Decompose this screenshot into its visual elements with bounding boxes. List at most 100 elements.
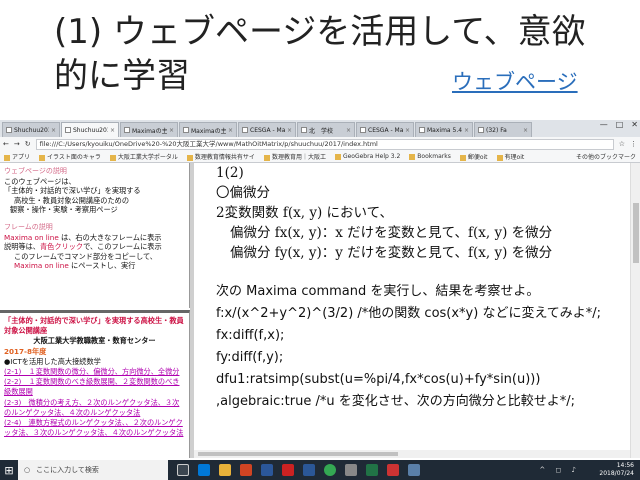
bookmark-item[interactable]: 数理教育情報共有サイ	[186, 152, 255, 161]
url-input[interactable]: file:///C:/Users/kyouiku/OneDrive%20-%20…	[35, 138, 614, 150]
app-icon[interactable]	[303, 464, 315, 476]
scroll-thumb[interactable]	[198, 452, 398, 456]
topic-link[interactable]: (2-2) １変数関数のべき級数展開、２変数関数のべき級数展開	[4, 377, 185, 397]
problem-number: 1(2)	[216, 165, 244, 181]
left-bottom-frame: 「主体的・対話的で深い学び」を実現する高校生・教員対象公開講座 大阪工業大学教職…	[0, 310, 190, 458]
desc-line: 観察・操作・実験・考察用ページ	[10, 205, 118, 215]
folder-icon	[39, 154, 46, 161]
browser-tab[interactable]: CESGA - Ma ×	[356, 122, 414, 137]
app-icon[interactable]	[282, 464, 294, 476]
topic-link[interactable]: (2-4) 連数方程式のルンゲクッタ法、、２次のルンゲクッタ法、３次のルンゲクッ…	[4, 418, 185, 438]
bookmark-item[interactable]: 有理oit	[496, 152, 524, 161]
vertical-scrollbar[interactable]	[630, 163, 640, 458]
browser-tab[interactable]: Maximaの主 ×	[179, 122, 237, 137]
close-window-icon[interactable]: ✕	[631, 120, 638, 129]
scroll-thumb[interactable]	[633, 203, 639, 263]
browser-tab[interactable]: (32) Fa ×	[474, 122, 532, 137]
browser-tab[interactable]: 北 学校 ×	[297, 122, 355, 137]
page-icon	[65, 127, 71, 133]
explorer-icon[interactable]	[219, 464, 231, 476]
app-icon[interactable]	[387, 464, 399, 476]
powerpoint-icon[interactable]	[240, 464, 252, 476]
bookmarks-bar: アプリ イラスト面のキャラ 大阪工業大学ポータル 数理教育情報共有サイ 数理教育…	[0, 151, 640, 163]
maximize-icon[interactable]: □	[616, 120, 624, 129]
system-tray-icons[interactable]: ^ ◻ ♪	[539, 466, 580, 474]
browser-tab[interactable]: Shuchuu2017×	[2, 122, 60, 137]
bookmark-item[interactable]: 数理教育用｜大阪工	[263, 152, 326, 161]
folder-icon	[263, 154, 270, 161]
browser-tab[interactable]: Maximaの主 ×	[120, 122, 178, 137]
tab-label: (32) Fa	[486, 126, 507, 134]
maxima-label: Maxima on line	[4, 232, 59, 242]
chrome-icon[interactable]	[324, 464, 336, 476]
star-icon[interactable]: ☆	[619, 140, 625, 148]
maxima-command[interactable]: f:x/(x^2+y^2)^(3/2) /*他の関数 cos(x*y) などに変…	[216, 303, 616, 325]
tab-label: Maxima 5.4	[427, 126, 462, 134]
left-top-frame: ウェブページの説明 このウェブページは、 「主体的・対話的で深い学び」を実現する…	[0, 163, 190, 308]
maxima-command[interactable]: fx:diff(f,x);	[216, 325, 630, 347]
frame-desc-line: 説明等は、青色クリックで、このフレームに表示	[4, 242, 162, 252]
close-icon[interactable]: ×	[287, 127, 292, 134]
browser-tab[interactable]: CESGA - Ma ×	[238, 122, 296, 137]
section-title: ウェブページの説明	[4, 167, 67, 175]
search-placeholder: ここに入力して検索	[36, 466, 99, 474]
frame-desc-line: Maxima on line にペーストし、実行	[14, 261, 136, 271]
minimize-icon[interactable]: —	[600, 120, 608, 129]
bookmark-item[interactable]: Bookmarks	[409, 153, 451, 160]
topic-link[interactable]: (2-1) １変数関数の微分、偏微分、方向微分、全微分	[4, 367, 185, 377]
year-heading: 2017-8年度	[4, 346, 47, 356]
close-icon[interactable]: ×	[346, 127, 351, 134]
section-heading: 〇偏微分	[216, 185, 270, 201]
other-bookmarks[interactable]: その他のブックマーク	[576, 152, 636, 161]
folder-icon	[459, 154, 466, 161]
star-icon	[409, 153, 416, 160]
taskbar: ⊞ ○ ここに入力して検索 ^ ◻ ♪ 14:56 2018/07/24	[0, 460, 640, 480]
tab-label: Shuchuu2017	[73, 126, 108, 134]
folder-icon	[334, 153, 341, 160]
browser-tab-bar: Shuchuu2017× Shuchuu2017× Maximaの主× Maxi…	[0, 120, 640, 137]
edge-icon[interactable]	[198, 464, 210, 476]
date: 2018/07/24	[599, 470, 634, 477]
bookmark-item[interactable]: アプリ	[4, 152, 30, 161]
maxima-command[interactable]: dfu1:ratsimp(subst(u=%pi/4,fx*cos(u)+fy*…	[216, 369, 630, 391]
back-icon[interactable]: ←	[3, 140, 9, 148]
app-icon[interactable]	[345, 464, 357, 476]
frame-desc-line: このフレームでコマンド部分をコピーして、	[14, 251, 157, 261]
excel-icon[interactable]	[366, 464, 378, 476]
course-heading: 「主体的・対話的で深い学び」を実現する高校生・教員対象公開講座	[4, 316, 184, 336]
maxima-command[interactable]: ,algebraic:true /*u を変化させ、次の方向微分と比較せよ*/;	[216, 391, 630, 413]
forward-icon[interactable]: →	[14, 140, 20, 148]
taskbar-search[interactable]: ○ ここに入力して検索	[18, 460, 168, 480]
horizontal-scrollbar[interactable]	[194, 450, 630, 458]
bookmark-item[interactable]: 大阪工業大学ポータル	[109, 152, 178, 161]
browser-tab[interactable]: Maxima 5.4 ×	[415, 122, 473, 137]
close-icon[interactable]: ×	[228, 127, 233, 134]
tab-label: Shuchuu2017	[14, 126, 49, 134]
bookmark-item[interactable]: 郵便oit	[459, 152, 488, 161]
word-icon[interactable]	[261, 464, 273, 476]
bookmark-item[interactable]: イラスト面のキャラ	[39, 152, 101, 161]
webpage-link[interactable]: ウェブページ	[452, 66, 578, 96]
close-icon[interactable]: ×	[110, 127, 115, 134]
close-icon[interactable]: ×	[523, 127, 528, 134]
topic-link[interactable]: (2-3) 微積分の考え方、２次のルンゲクッタ法、３次のルンゲクッタ法、４次のル…	[4, 398, 185, 418]
close-icon[interactable]: ×	[464, 127, 469, 134]
reload-icon[interactable]: ↻	[25, 140, 31, 148]
task-view-icon[interactable]	[177, 464, 189, 476]
bookmark-item[interactable]: GeoGebra Help 3.2	[334, 153, 400, 160]
search-icon: ○	[24, 466, 31, 474]
windows-start-icon[interactable]: ⊞	[0, 460, 18, 480]
menu-icon[interactable]: ⋮	[630, 140, 637, 148]
browser-tab-active[interactable]: Shuchuu2017×	[61, 122, 119, 137]
maxima-command[interactable]: fy:diff(f,y);	[216, 347, 630, 369]
clock[interactable]: 14:56 2018/07/24	[599, 462, 634, 478]
page-icon	[124, 127, 130, 133]
page-icon	[183, 127, 189, 133]
tab-label: Maximaの主	[191, 127, 226, 135]
close-icon[interactable]: ×	[405, 127, 410, 134]
desc-line: このウェブページは、	[4, 176, 76, 186]
folder-icon	[186, 154, 193, 161]
close-icon[interactable]: ×	[51, 127, 56, 134]
close-icon[interactable]: ×	[169, 127, 174, 134]
app-icon[interactable]	[408, 464, 420, 476]
